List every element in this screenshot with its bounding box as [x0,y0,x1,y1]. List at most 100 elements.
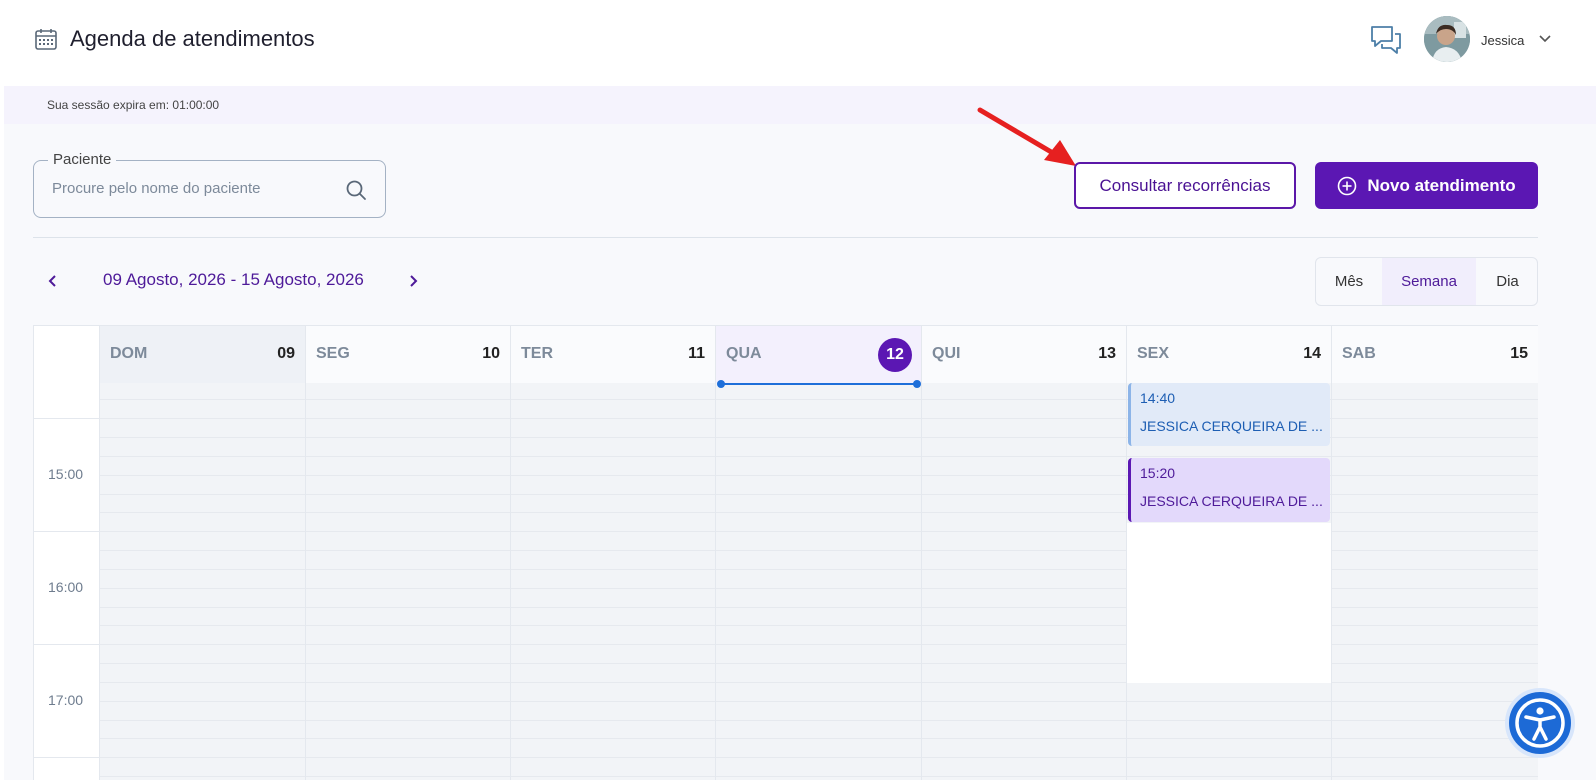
view-day-button[interactable]: Dia [1476,258,1537,305]
day-column-qua[interactable] [716,383,922,780]
slot-line [100,437,305,438]
slot-line [100,738,305,739]
appointment-event[interactable]: 14:40 JESSICA CERQUEIRA DE ... [1128,383,1330,446]
user-name[interactable]: Jessica [1481,33,1524,48]
slot-line [1332,588,1538,589]
day-name: TER [521,345,553,362]
slot-line [716,720,921,721]
slot-line [100,644,305,645]
slot-line [306,738,510,739]
slot-line [511,418,715,419]
slot-line [1127,757,1331,758]
slot-line [306,644,510,645]
time-label: 17:00 [48,692,84,708]
slot-line [922,399,1126,400]
slot-line [306,531,510,532]
day-number: 09 [277,345,295,362]
slot-line [511,776,715,777]
slot-line [1332,550,1538,551]
day-header-qui[interactable]: QUI 13 [922,326,1127,383]
slot-line [1332,607,1538,608]
search-input[interactable] [52,180,332,197]
day-header-sab[interactable]: SAB 15 [1332,326,1538,383]
slot-line [100,531,305,532]
day-header-sex[interactable]: SEX 14 [1127,326,1332,383]
event-patient-name: JESSICA CERQUEIRA DE ... [1140,493,1323,509]
slot-line [1332,475,1538,476]
slot-line [922,776,1126,777]
slot-line [306,569,510,570]
slot-line [306,550,510,551]
patient-search-field[interactable]: Paciente [33,151,386,218]
slot-line [1332,437,1538,438]
day-column-seg[interactable] [306,383,511,780]
time-label: 16:00 [48,579,84,595]
consult-recurrences-button[interactable]: Consultar recorrências [1074,162,1296,209]
slot-line [716,625,921,626]
header-gutter [34,326,100,383]
slot-line [922,720,1126,721]
slot-line [100,588,305,589]
accessibility-button[interactable] [1505,688,1575,758]
slot-line [511,550,715,551]
slot-line [511,531,715,532]
slot-line [511,625,715,626]
slot-line [511,738,715,739]
view-toggle: Mês Semana Dia [1315,257,1538,306]
hour-line [34,644,100,645]
view-week-button[interactable]: Semana [1382,258,1476,305]
slot-line [306,418,510,419]
day-column-sex[interactable]: 14:40 JESSICA CERQUEIRA DE ... 15:20 JES… [1127,383,1332,780]
current-time-dot [913,380,921,388]
chevron-right-icon[interactable] [406,272,422,290]
slot-line [716,418,921,419]
slot-line [306,607,510,608]
search-icon[interactable] [345,179,367,201]
day-header-seg[interactable]: SEG 10 [306,326,511,383]
view-month-button[interactable]: Mês [1316,258,1382,305]
slot-line [306,625,510,626]
available-slots[interactable] [1127,523,1331,683]
slot-line [716,550,921,551]
day-name: QUI [932,345,961,362]
chevron-down-icon[interactable] [1538,32,1552,46]
slot-line [1332,738,1538,739]
slot-line [716,531,921,532]
chat-icon[interactable] [1369,24,1403,56]
day-header-dom[interactable]: DOM 09 [100,326,306,383]
avatar[interactable] [1424,16,1470,62]
day-header-qua[interactable]: QUA 12 [716,326,922,383]
slot-line [306,399,510,400]
slot-line [306,437,510,438]
plus-circle-icon [1338,176,1357,195]
day-number: 10 [482,345,500,362]
slot-line [1332,512,1538,513]
day-name: QUA [726,345,762,362]
slot-line [922,738,1126,739]
appointment-event[interactable]: 15:20 JESSICA CERQUEIRA DE ... [1128,458,1330,522]
slot-line [511,720,715,721]
day-name: SEX [1137,345,1170,362]
day-header-ter[interactable]: TER 11 [511,326,716,383]
day-number: 11 [688,345,705,362]
slot-line [922,437,1126,438]
slot-line [1127,776,1331,777]
slot-line [100,663,305,664]
hour-line [34,531,100,532]
slot-line [100,682,305,683]
slot-line [1332,399,1538,400]
day-column-qui[interactable] [922,383,1127,780]
hour-line [34,418,100,419]
slot-line [1332,418,1538,419]
slot-line [100,418,305,419]
chevron-left-icon[interactable] [44,272,60,290]
slot-line [922,663,1126,664]
day-column-ter[interactable] [511,383,716,780]
main-content: Paciente Consultar recorrências Novo ate… [4,107,1596,780]
day-column-dom[interactable] [100,383,306,780]
new-appointment-button[interactable]: Novo atendimento [1315,162,1538,209]
slot-line [1332,569,1538,570]
slot-line [306,701,510,702]
slot-line [1127,720,1331,721]
slot-line [511,456,715,457]
